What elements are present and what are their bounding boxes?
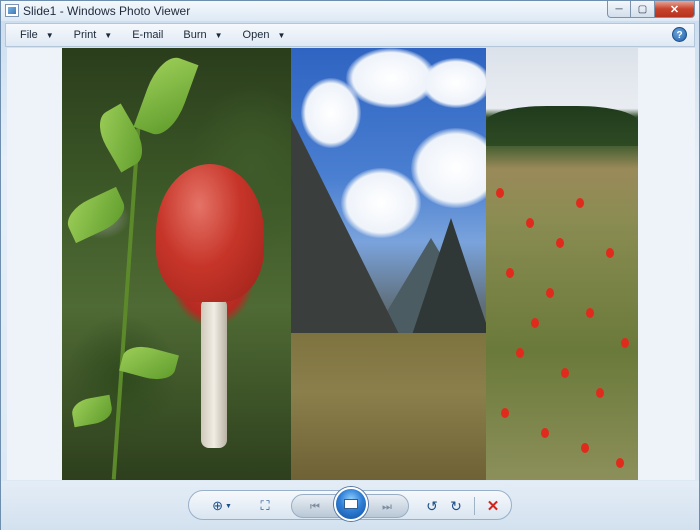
actual-size-button[interactable]: ⛶ (253, 495, 277, 517)
delete-icon: ✕ (486, 498, 500, 515)
poppy (581, 443, 589, 453)
menu-email[interactable]: E-mail (132, 25, 163, 45)
poppy (506, 268, 514, 278)
photo-panel-valley (291, 48, 486, 480)
window-title: Slide1 - Windows Photo Viewer (23, 4, 191, 18)
poppy (596, 388, 604, 398)
plant-stalk (111, 128, 141, 480)
poppy (496, 188, 504, 198)
close-button[interactable]: ✕ (655, 1, 695, 18)
photo-panel-mushroom (62, 48, 291, 480)
chevron-down-icon: ▼ (224, 502, 232, 510)
poppy (526, 218, 534, 228)
menu-file-label: File (20, 29, 38, 41)
menu-email-label: E-mail (132, 29, 164, 41)
displayed-photo (62, 48, 638, 480)
mountain (411, 218, 486, 338)
rotate-counterclockwise-button[interactable]: ↺ (421, 495, 443, 517)
toolbar-separator (474, 497, 475, 515)
valley-floor (291, 333, 486, 480)
minimize-button[interactable]: ─ (607, 1, 631, 18)
photo-viewer-window: Slide1 - Windows Photo Viewer ─ ▢ ✕ File… (0, 0, 700, 530)
next-button[interactable]: ⏭ (372, 496, 402, 518)
menu-print-label: Print (73, 29, 97, 41)
poppy (516, 348, 524, 358)
menu-bar: File ▼ Print ▼ E-mail Burn ▼ Open ▼ ? (5, 23, 695, 47)
menu-burn[interactable]: Burn ▼ (183, 25, 222, 45)
poppy (621, 338, 629, 348)
zoom-icon: ⊕ (212, 498, 223, 513)
photo-panel-poppies (486, 48, 638, 480)
leaf (70, 394, 114, 428)
menu-burn-label: Burn (183, 29, 207, 41)
tree-line (486, 106, 638, 146)
help-icon[interactable]: ? (672, 27, 687, 42)
poppy (606, 248, 614, 258)
rotate-clockwise-icon: ↻ (450, 497, 462, 514)
poppy (546, 288, 554, 298)
poppy (556, 238, 564, 248)
menu-open-label: Open (242, 29, 270, 41)
control-bar: ⊕ ▼ ⛶ ⏮ ⏭ ↺ ↻ ✕ (1, 481, 699, 530)
slideshow-button[interactable] (334, 487, 368, 521)
poppy (541, 428, 549, 438)
cloud (421, 58, 486, 108)
previous-icon: ⏮ (310, 500, 320, 513)
viewer-toolbar: ⊕ ▼ ⛶ ⏮ ⏭ ↺ ↻ ✕ (188, 487, 512, 521)
menu-file[interactable]: File ▼ (20, 25, 54, 45)
menu-open[interactable]: Open ▼ (243, 25, 286, 45)
rotate-counterclockwise-icon: ↺ (426, 497, 438, 514)
poppy (576, 198, 584, 208)
poppy (561, 368, 569, 378)
leaf (119, 341, 179, 385)
maximize-button[interactable]: ▢ (631, 1, 655, 18)
close-icon: ✕ (669, 3, 680, 16)
leaf (133, 51, 199, 141)
poppy (531, 318, 539, 328)
previous-button[interactable]: ⏮ (300, 496, 330, 518)
delete-button[interactable]: ✕ (481, 495, 505, 517)
app-icon (5, 4, 19, 17)
poppy (501, 408, 509, 418)
chevron-down-icon: ▼ (104, 30, 113, 40)
mushroom-stem (201, 298, 227, 448)
poppy (616, 458, 624, 468)
image-viewport[interactable] (7, 48, 695, 480)
chevron-down-icon: ▼ (214, 30, 223, 40)
window-controls: ─ ▢ ✕ (607, 1, 695, 18)
maximize-icon: ▢ (637, 3, 648, 15)
zoom-button[interactable]: ⊕ ▼ (207, 495, 237, 517)
chevron-down-icon: ▼ (45, 30, 54, 40)
mountain (291, 118, 401, 338)
actual-size-icon: ⛶ (260, 498, 270, 513)
chevron-down-icon: ▼ (277, 30, 286, 40)
minimize-icon: ─ (615, 3, 623, 15)
cloud (411, 128, 486, 208)
title-bar[interactable]: Slide1 - Windows Photo Viewer ─ ▢ ✕ (1, 1, 699, 21)
next-icon: ⏭ (382, 500, 392, 513)
rotate-clockwise-button[interactable]: ↻ (445, 495, 467, 517)
leaf (62, 186, 131, 244)
menu-print[interactable]: Print ▼ (74, 25, 113, 45)
mushroom-cap (156, 164, 264, 302)
slideshow-icon (344, 499, 358, 509)
poppy (586, 308, 594, 318)
